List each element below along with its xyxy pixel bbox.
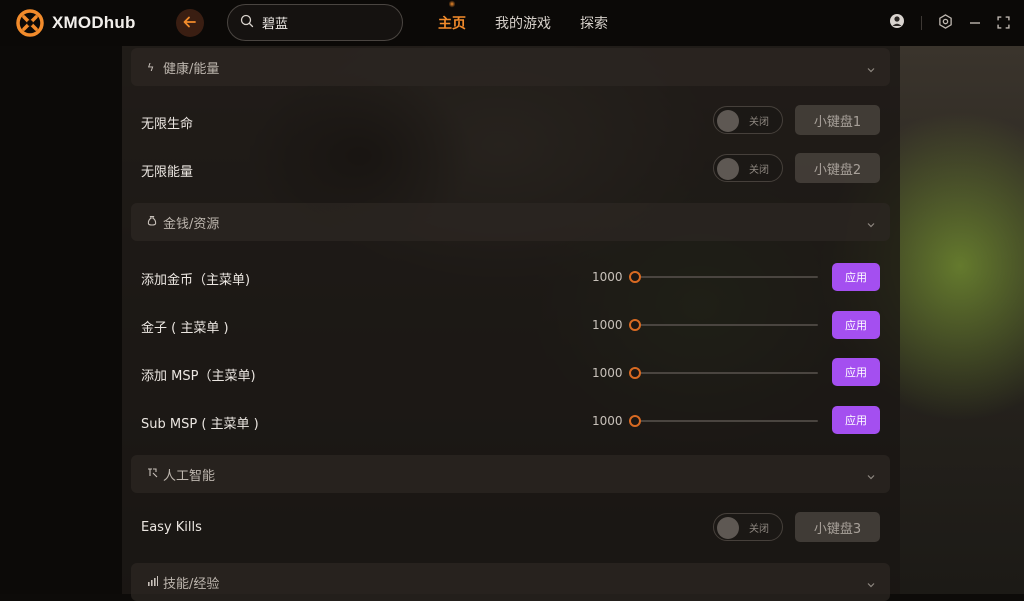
minimize-icon[interactable] — [969, 14, 981, 33]
cheat-label: Easy Kills — [141, 520, 202, 535]
section-money-resources[interactable]: 金钱/资源 — [131, 203, 890, 241]
section-label: 人工智能 — [163, 468, 216, 484]
slider-thumb[interactable] — [629, 367, 641, 379]
nav-home[interactable]: 主页 — [438, 13, 466, 33]
app-logo[interactable]: XMODhub — [16, 9, 136, 37]
slider-value: 1000 — [592, 318, 623, 332]
apply-button[interactable]: 应用 — [832, 263, 880, 291]
section-skills-xp[interactable]: 技能/经验 — [131, 563, 890, 601]
slider-track — [635, 372, 818, 374]
active-tab-indicator — [449, 0, 455, 8]
toggle-switch[interactable]: 关闭 — [713, 513, 783, 541]
slider-thumb[interactable] — [629, 415, 641, 427]
section-ai[interactable]: 人工智能 — [131, 455, 890, 493]
toggle-state: 关闭 — [749, 524, 769, 535]
apply-button[interactable]: 应用 — [832, 311, 880, 339]
bar-chart-icon — [147, 575, 161, 589]
slider-track — [635, 420, 818, 422]
slider-value: 1000 — [592, 414, 623, 428]
ai-icon — [147, 467, 161, 481]
chevron-down-icon[interactable] — [866, 60, 876, 79]
logo-text: XMODhub — [52, 13, 136, 32]
search-box[interactable] — [227, 4, 403, 41]
cheat-label: 金子 ( 主菜单 ) — [141, 321, 229, 336]
xmodhub-logo-icon — [16, 9, 44, 37]
slider-track — [635, 324, 818, 326]
toggle-state: 关闭 — [749, 165, 769, 176]
cheat-label: 无限生命 — [141, 117, 194, 132]
nav-explore[interactable]: 探索 — [580, 13, 608, 33]
section-label: 技能/经验 — [163, 576, 220, 592]
chevron-down-icon[interactable] — [866, 215, 876, 234]
cheat-label: 添加金币（主菜单) — [141, 273, 251, 288]
slider-thumb[interactable] — [629, 319, 641, 331]
toolbar-divider — [921, 16, 922, 30]
amount-slider[interactable] — [629, 366, 818, 380]
hotkey-button[interactable]: 小键盘1 — [795, 105, 880, 135]
settings-icon[interactable] — [938, 13, 953, 33]
lightning-icon: ϟ — [147, 60, 155, 74]
hotkey-button[interactable]: 小键盘2 — [795, 153, 880, 183]
cheat-label: 添加 MSP（主菜单) — [141, 369, 256, 384]
section-label: 金钱/资源 — [163, 216, 220, 232]
user-avatar-icon[interactable] — [889, 13, 905, 33]
apply-button[interactable]: 应用 — [832, 358, 880, 386]
chevron-down-icon[interactable] — [866, 575, 876, 594]
slider-thumb[interactable] — [629, 271, 641, 283]
toggle-knob — [717, 158, 739, 180]
section-label: 健康/能量 — [163, 61, 220, 77]
title-bar: XMODhub 主页 我的游戏 探索 — [0, 0, 1024, 46]
toggle-knob — [717, 517, 739, 539]
left-sidebar-shade — [0, 46, 122, 594]
toggle-knob — [717, 110, 739, 132]
amount-slider[interactable] — [629, 318, 818, 332]
slider-value: 1000 — [592, 366, 623, 380]
search-input[interactable] — [262, 15, 382, 30]
cheat-label: Sub MSP ( 主菜单 ) — [141, 417, 259, 432]
search-icon — [240, 13, 254, 32]
cheat-label: 无限能量 — [141, 165, 194, 180]
chevron-down-icon[interactable] — [866, 467, 876, 486]
hotkey-button[interactable]: 小键盘3 — [795, 512, 880, 542]
apply-button[interactable]: 应用 — [832, 406, 880, 434]
nav-my-games[interactable]: 我的游戏 — [495, 13, 551, 33]
amount-slider[interactable] — [629, 414, 818, 428]
back-button[interactable] — [176, 9, 204, 37]
money-bag-icon — [147, 215, 161, 229]
toggle-state: 关闭 — [749, 117, 769, 128]
section-health-energy[interactable]: ϟ 健康/能量 — [131, 48, 890, 86]
fullscreen-icon[interactable] — [997, 14, 1010, 33]
slider-value: 1000 — [592, 270, 623, 284]
toggle-switch[interactable]: 关闭 — [713, 106, 783, 134]
arrow-left-icon — [183, 14, 197, 33]
slider-track — [635, 276, 818, 278]
amount-slider[interactable] — [629, 270, 818, 284]
toggle-switch[interactable]: 关闭 — [713, 154, 783, 182]
